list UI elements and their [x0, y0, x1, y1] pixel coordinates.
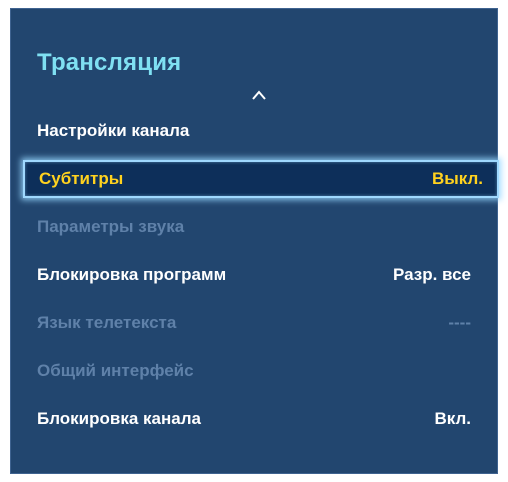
- menu-title: Трансляция: [37, 49, 182, 76]
- menu-item-value: ----: [448, 313, 471, 332]
- menu-item-common-interface: Общий интерфейс: [37, 356, 471, 386]
- menu-item-program-lock[interactable]: Блокировка программ Разр. все: [37, 260, 471, 290]
- menu-item-value: Разр. все: [393, 265, 471, 284]
- menu-item-value: Вкл.: [434, 409, 471, 428]
- screen: Трансляция Настройки канала Субтитры Вык…: [0, 0, 508, 482]
- chevron-up-icon[interactable]: [251, 89, 267, 101]
- menu-item-label: Параметры звука: [37, 217, 185, 236]
- menu-item-label: Язык телетекста: [37, 313, 177, 332]
- menu-item-label: Блокировка канала: [37, 409, 201, 428]
- broadcast-menu-panel: Трансляция Настройки канала Субтитры Вык…: [10, 8, 499, 474]
- menu-item-sound-parameters: Параметры звука: [37, 212, 471, 242]
- menu-item-teletext-language: Язык телетекста ----: [37, 308, 471, 338]
- menu-item-label: Блокировка программ: [37, 265, 227, 284]
- menu-item-label: Настройки канала: [37, 121, 190, 140]
- menu-item-value: Выкл.: [431, 169, 483, 188]
- menu-item-label: Общий интерфейс: [37, 361, 194, 380]
- menu-item-subtitles[interactable]: Субтитры Выкл.: [23, 160, 499, 198]
- menu-item-channel-lock[interactable]: Блокировка канала Вкл.: [37, 404, 471, 434]
- menu-item-channel-settings[interactable]: Настройки канала: [37, 116, 471, 146]
- menu-item-label: Субтитры: [39, 169, 124, 188]
